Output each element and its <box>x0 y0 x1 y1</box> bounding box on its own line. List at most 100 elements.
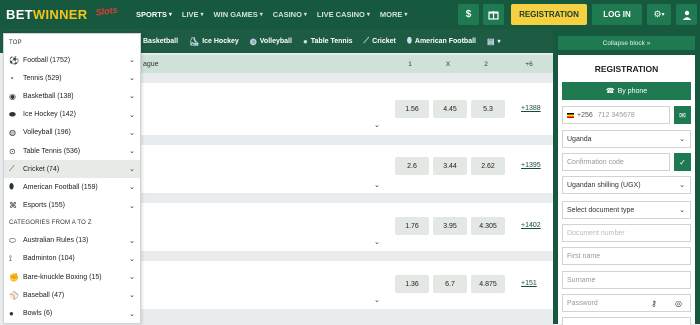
odd-x-button[interactable]: 3.44 <box>433 157 467 175</box>
filter-label: Volleyball <box>259 37 292 45</box>
filter-ice-hockey[interactable]: ⛸ Ice Hockey <box>189 37 239 46</box>
sidebar-item-badminton[interactable]: ⟟ Badminton (104) ⌄ <box>4 250 140 268</box>
nav-live[interactable]: LIVE ▾ <box>182 10 204 19</box>
nav-casino-label: CASINO <box>272 10 302 19</box>
hockey-icon: ⛸ <box>189 36 200 46</box>
fist-icon: ✊ <box>9 272 19 282</box>
settings-button[interactable]: ⚙ ▾ <box>647 4 671 25</box>
odd-x-button[interactable]: 3.95 <box>433 217 467 235</box>
odd-1-button[interactable]: 1.76 <box>395 217 429 235</box>
email-method-button[interactable]: ✉ <box>674 106 691 124</box>
sidebar-item-table-tennis[interactable]: ⊙ Table Tennis (536) ⌄ <box>4 142 140 160</box>
sidebar-item-volleyball[interactable]: ◍ Volleyball (196) ⌄ <box>4 124 140 142</box>
odd-x-button[interactable]: 4.45 <box>433 100 467 118</box>
eye-slash-icon[interactable]: ◎ <box>675 299 682 308</box>
more-markets-link[interactable]: +1395 <box>521 162 541 169</box>
sidebar-item-basketball[interactable]: ◉ Basketball (138) ⌄ <box>4 87 140 105</box>
match-row[interactable]: ⌄ 1.56 4.45 5.3 +1388 <box>141 83 553 135</box>
odd-1-button[interactable]: 1.56 <box>395 100 429 118</box>
first-name-placeholder: First name <box>567 252 601 260</box>
key-icon[interactable]: ⚷ <box>651 299 657 308</box>
match-row[interactable]: ⌄ 1.76 3.95 4.305 +1402 <box>141 203 553 251</box>
deposit-button[interactable]: $ <box>458 4 479 25</box>
more-sports-menu[interactable]: ▤ ▾ <box>487 37 501 46</box>
login-button[interactable]: LOG IN <box>592 4 642 25</box>
confirmation-code-input[interactable]: Confirmation code <box>562 153 670 171</box>
chevron-down-icon[interactable]: ⌄ <box>374 181 380 189</box>
more-markets-link[interactable]: +1388 <box>521 105 541 112</box>
nav-casino[interactable]: CASINO ▾ <box>273 10 307 19</box>
registration-form: REGISTRATION ☎ By phone +256 712 345678 ✉… <box>558 55 695 325</box>
account-button[interactable] <box>676 4 697 25</box>
more-markets-link[interactable]: +1402 <box>521 222 541 229</box>
odd-1-button[interactable]: 1.36 <box>395 275 429 293</box>
filter-label: Ice Hockey <box>202 37 239 45</box>
sidebar-item-tennis[interactable]: ◔ Tennis (529) ⌄ <box>4 69 140 87</box>
by-phone-tab[interactable]: ☎ By phone <box>562 82 691 100</box>
sidebar-item-bowls[interactable]: ● Bowls (6) ⌄ <box>4 304 140 322</box>
filter-volleyball[interactable]: ◍ Volleyball <box>250 37 292 46</box>
col-1-header: 1 <box>408 60 412 68</box>
sidebar-item-cricket[interactable]: ⟋ Cricket (74) ⌄ <box>4 160 140 179</box>
sidebar-item-label: Esports (155) <box>23 202 66 210</box>
odd-2-button[interactable]: 4.305 <box>471 217 505 235</box>
country-select[interactable]: Uganda ⌄ <box>562 130 691 148</box>
odd-2-button[interactable]: 4.875 <box>471 275 505 293</box>
document-number-input[interactable]: Document number <box>562 224 691 242</box>
slots-badge[interactable]: Slots <box>95 4 121 23</box>
phone-prefix: +256 <box>577 111 593 119</box>
events-list: ague 1 X 2 +6 ⌄ 1.56 4.45 5.3 +1388 ⌄ 2.… <box>141 53 553 324</box>
chevron-down-icon: ⌄ <box>129 274 135 282</box>
currency-value: Ugandan shilling (UGX) <box>567 181 641 189</box>
collapse-block-button[interactable]: Collapse block » <box>558 36 695 50</box>
sidebar-item-baseball[interactable]: ⚾ Baseball (47) ⌄ <box>4 286 140 304</box>
first-name-input[interactable]: First name <box>562 247 691 265</box>
sidebar-item-label: Tennis (529) <box>23 74 62 82</box>
match-row[interactable]: ⌄ 2.6 3.44 2.62 +1395 <box>141 145 553 193</box>
row-spacer <box>141 309 553 313</box>
sidebar-item-esports[interactable]: ⌘ Esports (155) ⌄ <box>4 197 140 215</box>
odd-x-button[interactable]: 6.7 <box>433 275 467 293</box>
confirm-code-button[interactable]: ✓ <box>674 153 691 171</box>
nav-live-casino[interactable]: LIVE CASINO ▾ <box>317 10 370 19</box>
sidebar-item-football[interactable]: ⚽ Football (1752) ⌄ <box>4 51 140 69</box>
surname-input[interactable]: Surname <box>562 271 691 289</box>
match-row[interactable]: ⌄ 1.36 6.7 4.875 +151 <box>141 261 553 309</box>
sidebar-item-australian-rules[interactable]: ⬭ Australian Rules (13) ⌄ <box>4 232 140 250</box>
currency-select[interactable]: Ugandan shilling (UGX) ⌄ <box>562 176 691 194</box>
filter-cricket[interactable]: ⟋ Cricket <box>364 36 396 46</box>
sidebar-item-label: Table Tennis (536) <box>23 147 81 155</box>
baseball-icon: ⚾ <box>9 290 19 300</box>
nav-win-games[interactable]: WIN GAMES ▾ <box>214 10 263 19</box>
odd-2-button[interactable]: 5.3 <box>471 100 505 118</box>
league-header[interactable]: ague 1 X 2 +6 <box>141 55 553 73</box>
row-spacer <box>141 135 553 145</box>
chevron-down-icon[interactable]: ⌄ <box>374 296 380 304</box>
password-input[interactable]: Password ⚷ ◎ <box>562 294 691 312</box>
sidebar-item-ice-hockey[interactable]: ⬬ Ice Hockey (142) ⌄ <box>4 106 140 124</box>
filter-american-football[interactable]: ⬮ American Football <box>407 36 476 46</box>
filter-table-tennis[interactable]: ● Table Tennis <box>303 37 353 46</box>
logo-part-bet: BET <box>6 7 33 22</box>
odd-2-button[interactable]: 2.62 <box>471 157 505 175</box>
nav-sports[interactable]: SPORTS ▾ <box>136 10 172 19</box>
nav-more[interactable]: MORE ▾ <box>380 10 408 19</box>
more-markets-link[interactable]: +151 <box>521 280 537 287</box>
document-type-select[interactable]: Select document type ⌄ <box>562 201 691 219</box>
betwinner-logo[interactable]: BETWINNER <box>6 7 87 22</box>
user-icon <box>682 10 691 20</box>
gear-icon: ⚙ <box>653 9 662 19</box>
uganda-flag-icon <box>567 112 574 118</box>
phone-input[interactable]: +256 712 345678 <box>562 106 670 124</box>
odd-1-button[interactable]: 2.6 <box>395 157 429 175</box>
registration-button[interactable]: REGISTRATION <box>511 4 587 25</box>
bonus-button[interactable] <box>483 4 504 25</box>
by-phone-label: By phone <box>617 87 648 95</box>
filter-basketball[interactable]: Basketball <box>143 38 178 45</box>
filter-label: American Football <box>414 37 476 45</box>
password-placeholder: Password <box>567 299 598 307</box>
chevron-down-icon[interactable]: ⌄ <box>374 121 380 129</box>
sidebar-item-bare-knuckle-boxing[interactable]: ✊ Bare-knuckle Boxing (15) ⌄ <box>4 268 140 286</box>
sidebar-item-american-football[interactable]: ⬮ American Football (159) ⌄ <box>4 178 140 196</box>
chevron-down-icon[interactable]: ⌄ <box>374 238 380 246</box>
